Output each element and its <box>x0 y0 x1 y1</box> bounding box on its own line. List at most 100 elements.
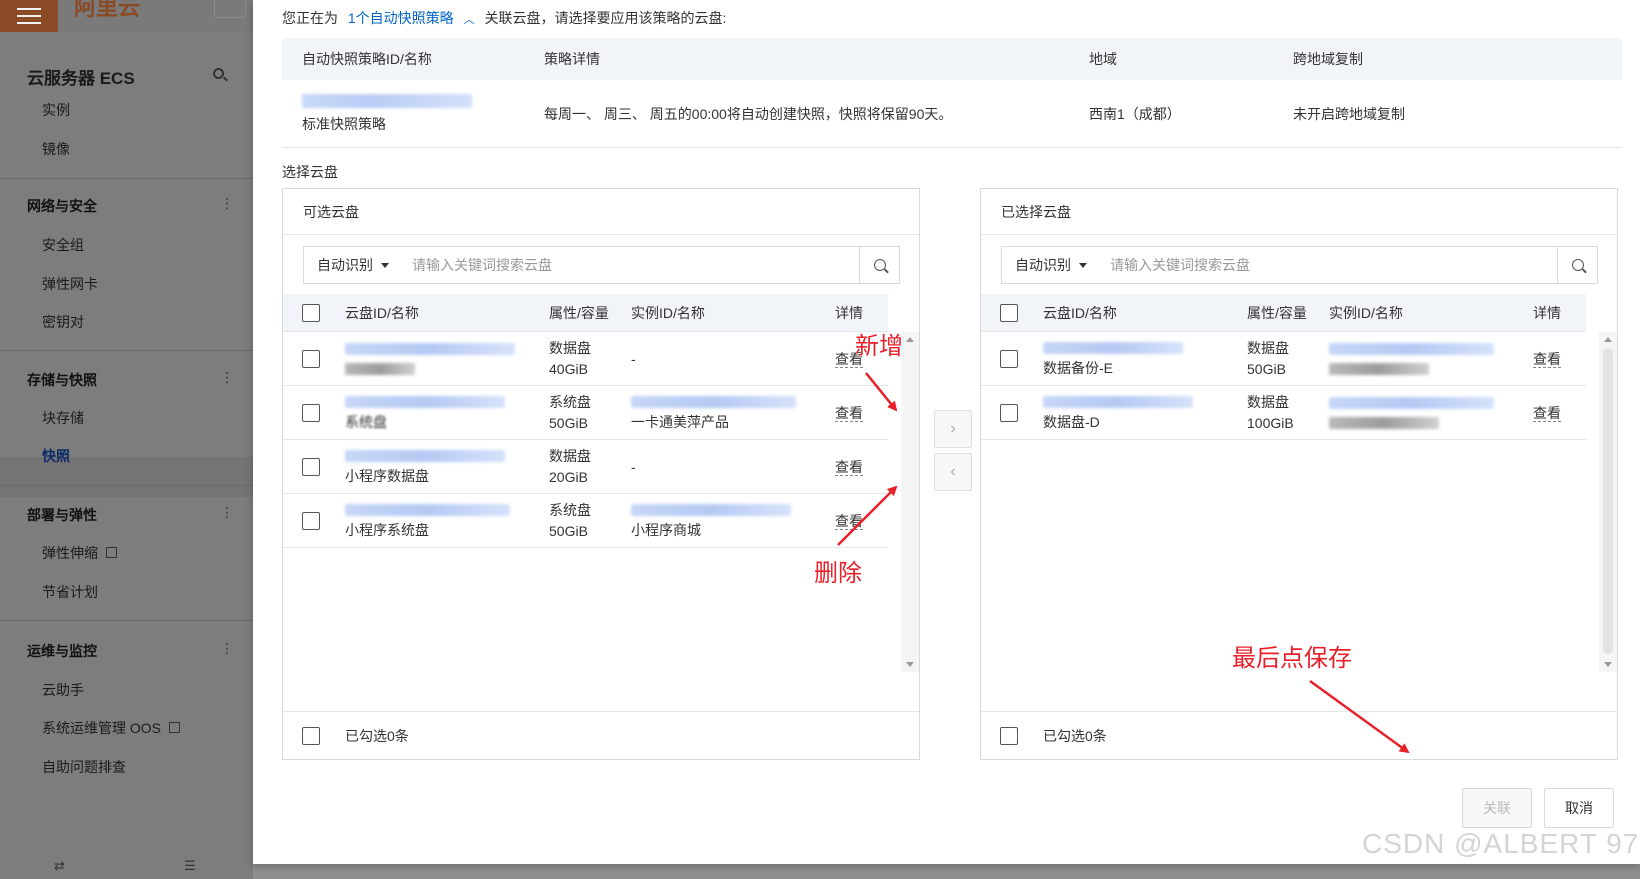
column-header: 跨地域复制 <box>1293 51 1363 67</box>
sidebar-item-self-diagnosis[interactable]: 自助问题排查 <box>42 757 126 777</box>
selected-disks-panel: 已选择云盘 自动识别 云盘ID/名称 属性/容量 实例ID/名称 详情 数据备份… <box>980 188 1618 760</box>
footer-select-all-checkbox[interactable] <box>1000 726 1018 745</box>
sidebar-item-keypair[interactable]: 密钥对 <box>42 312 84 332</box>
search-type-select[interactable]: 自动识别 <box>1002 247 1106 283</box>
column-header: 详情 <box>835 304 863 321</box>
annotation-add: 新增 <box>855 333 903 360</box>
scrollbar[interactable] <box>1599 332 1617 672</box>
home-icon[interactable] <box>214 0 246 18</box>
sidebar-item-images[interactable]: 镜像 <box>42 139 70 159</box>
sidebar-item-security-group[interactable]: 安全组 <box>42 235 84 255</box>
table-row: 标准快照策略 每周一、 周三、 周五的00:00将自动创建快照，快照将保留90天… <box>282 80 1622 148</box>
disk-size: 100GiB <box>1247 414 1294 431</box>
more-icon[interactable]: ⋮ <box>220 641 234 659</box>
sidebar-item-label: 系统运维管理 OOS <box>42 720 162 736</box>
disk-attr: 系统盘 <box>549 501 591 518</box>
remove-from-selected-button[interactable]: ‹ <box>934 453 972 491</box>
sidebar-group-network-security[interactable]: 网络与安全 <box>27 196 97 216</box>
redacted-instance-name <box>1329 362 1429 375</box>
table-row[interactable]: 数据备份-E 数据盘 50GiB 查看 <box>981 332 1586 386</box>
disk-size: 40GiB <box>549 360 588 377</box>
add-to-selected-button[interactable]: › <box>934 410 972 448</box>
redacted-policy-id[interactable] <box>302 93 472 108</box>
external-link-icon <box>169 722 181 733</box>
scrollbar[interactable] <box>901 332 919 672</box>
search-button[interactable] <box>859 247 899 283</box>
sidebar-title: 云服务器 ECS <box>27 69 135 88</box>
redacted-disk-id <box>1043 396 1193 408</box>
sidebar-group-ops-monitor[interactable]: 运维与监控 <box>27 641 97 661</box>
row-checkbox[interactable] <box>302 403 320 422</box>
sidebar-item-savings-plan[interactable]: 节省计划 <box>42 582 98 602</box>
intro-prefix: 您正在为 <box>282 10 338 26</box>
more-icon[interactable]: ⋮ <box>220 505 234 523</box>
row-checkbox[interactable] <box>302 349 320 368</box>
disk-attr: 数据盘 <box>549 339 591 356</box>
footer-select-all-checkbox[interactable] <box>302 726 320 745</box>
select-value: 自动识别 <box>317 257 373 273</box>
select-all-checkbox[interactable] <box>1000 303 1018 322</box>
list-icon[interactable]: ☰ <box>184 858 196 874</box>
instance-id: - <box>631 458 636 475</box>
sidebar-item-cloud-assistant[interactable]: 云助手 <box>42 680 84 700</box>
select-all-checkbox[interactable] <box>302 303 320 322</box>
row-checkbox[interactable] <box>1000 349 1018 368</box>
search-type-select[interactable]: 自动识别 <box>304 247 408 283</box>
sidebar-item-oos[interactable]: 系统运维管理 OOS <box>42 718 181 738</box>
view-detail-link[interactable]: 查看 <box>835 512 863 530</box>
sidebar-item-block-storage[interactable]: 块存储 <box>42 408 84 428</box>
search-input[interactable] <box>408 247 859 283</box>
associate-button[interactable]: 关联 <box>1462 788 1532 828</box>
more-icon[interactable]: ⋮ <box>220 196 234 214</box>
sidebar-group-deploy-elastic[interactable]: 部署与弹性 <box>27 505 97 525</box>
sidebar-item-instances[interactable]: 实例 <box>42 100 70 120</box>
available-disks-panel: 可选云盘 自动识别 云盘ID/名称 属性/容量 实例ID/名称 详情 数据盘 40… <box>282 188 920 760</box>
associate-disk-dialog: 您正在为 1个自动快照策略 ︿ 关联云盘，请选择要应用该策略的云盘: 自动快照策… <box>253 0 1640 864</box>
cancel-button[interactable]: 取消 <box>1544 788 1614 828</box>
view-detail-link[interactable]: 查看 <box>1533 350 1561 368</box>
divider <box>0 620 253 621</box>
row-checkbox[interactable] <box>1000 403 1018 422</box>
instance-name: 小程序商城 <box>631 522 701 538</box>
policy-cross-region: 未开启跨地域复制 <box>1293 105 1405 122</box>
disk-attr: 数据盘 <box>549 447 591 464</box>
search-input[interactable] <box>1106 247 1557 283</box>
intro-suffix: 关联云盘，请选择要应用该策略的云盘: <box>484 10 727 26</box>
search-icon <box>1571 259 1584 271</box>
caret-down-icon <box>381 262 389 268</box>
table-row[interactable]: 小程序系统盘 系统盘 50GiB 小程序商城 查看 <box>283 494 888 548</box>
policy-id-cell: 标准快照策略 <box>282 93 544 134</box>
column-header: 云盘ID/名称 <box>1043 304 1117 321</box>
table-row[interactable]: 小程序数据盘 数据盘 20GiB - 查看 <box>283 440 888 494</box>
menu-toggle-button[interactable] <box>0 0 58 32</box>
external-link-icon <box>106 547 117 558</box>
row-checkbox[interactable] <box>302 511 320 530</box>
policy-table: 自动快照策略ID/名称 策略详情 地域 跨地域复制 标准快照策略 每周一、 周三… <box>282 38 1622 148</box>
swap-icon[interactable]: ⇄ <box>54 858 65 874</box>
table-row[interactable]: 系统盘 系统盘 50GiB 一卡通美萍产品 查看 <box>283 386 888 440</box>
instance-name: 一卡通美萍产品 <box>631 414 729 430</box>
table-row[interactable]: 数据盘 40GiB - 查看 <box>283 332 888 386</box>
aliyun-logo: 阿里云 <box>74 0 141 20</box>
table-row[interactable]: 数据盘-D 数据盘 100GiB 查看 <box>981 386 1586 440</box>
disk-attr: 数据盘 <box>1247 393 1289 410</box>
policy-table-header: 自动快照策略ID/名称 策略详情 地域 跨地域复制 <box>282 38 1622 80</box>
chevron-up-icon[interactable]: ︿ <box>464 14 475 26</box>
row-checkbox[interactable] <box>302 457 320 476</box>
search-button[interactable] <box>1557 247 1597 283</box>
view-detail-link[interactable]: 查看 <box>835 458 863 476</box>
view-detail-link[interactable]: 查看 <box>835 404 863 422</box>
more-icon[interactable]: ⋮ <box>220 370 234 388</box>
redacted-disk-name <box>345 362 415 375</box>
policy-count-link[interactable]: 1个自动快照策略 <box>348 10 454 26</box>
sidebar-item-snapshot[interactable]: 快照 <box>42 446 70 466</box>
disk-attr: 系统盘 <box>549 393 591 410</box>
search-icon[interactable] <box>213 68 224 79</box>
sidebar-group-storage-snapshot[interactable]: 存储与快照 <box>27 370 97 390</box>
disk-size: 20GiB <box>549 468 588 485</box>
panel-title: 已选择云盘 <box>981 189 1617 235</box>
view-detail-link[interactable]: 查看 <box>1533 404 1561 422</box>
sidebar-item-eni[interactable]: 弹性网卡 <box>42 274 98 294</box>
disk-list: 数据盘 40GiB - 查看 系统盘 系统盘 50GiB 一卡通美萍产品 查看 小程… <box>283 332 888 548</box>
sidebar-item-auto-scaling[interactable]: 弹性伸缩 <box>42 543 117 563</box>
